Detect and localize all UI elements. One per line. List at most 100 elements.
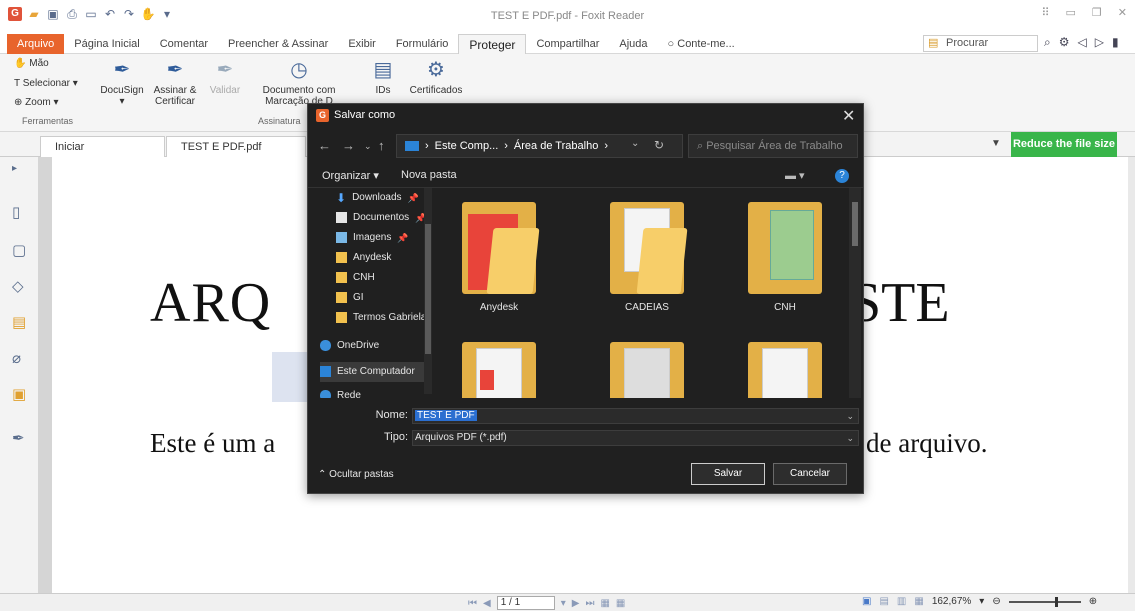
breadcrumb-this-pc[interactable]: Este Comp... [435, 135, 499, 157]
document-scrollbar[interactable] [1128, 157, 1135, 593]
view-options-icon[interactable]: ▬ ▾ [785, 169, 805, 182]
facing-icon[interactable]: ▥ [897, 596, 906, 607]
nav-back-icon[interactable]: ◁ [1078, 35, 1087, 50]
folder-item-6[interactable] [730, 328, 840, 398]
first-page-icon[interactable]: ⏮ [468, 598, 477, 609]
cancel-button[interactable]: Cancelar [773, 463, 847, 485]
attachments-icon[interactable]: ⌀ [12, 349, 21, 367]
minimize-icon[interactable]: ▭ [1066, 6, 1076, 19]
hand-tool-button[interactable]: ✋ Mão [14, 58, 49, 69]
refresh-icon[interactable]: ↻ [654, 138, 664, 152]
reduce-file-size-button[interactable]: Reduce the file size [1011, 132, 1117, 157]
tabs-dropdown-icon[interactable]: ▼ [991, 138, 1001, 149]
filename-dropdown-icon[interactable]: ⌄ [846, 409, 854, 423]
dialog-search-input[interactable]: ⌕ Pesquisar Área de Trabalho [688, 134, 858, 158]
nav-item-documentos[interactable]: Documentos 📌 [336, 208, 426, 228]
close-window-icon[interactable]: ✕ [1118, 6, 1127, 19]
security-lock-icon[interactable]: ▣ [12, 385, 26, 403]
next-page-icon[interactable]: ▶ [572, 598, 580, 609]
tab-formulario[interactable]: Formulário [386, 34, 459, 54]
prev-page-icon[interactable]: ◀ [483, 598, 491, 609]
organize-button[interactable]: Organizar ▾ [322, 169, 379, 182]
dialog-close-icon[interactable]: ✕ [842, 106, 855, 126]
nav-forward-icon[interactable]: ▷ [1095, 35, 1104, 50]
tab-test-pdf[interactable]: TEST E PDF.pdf [166, 136, 306, 157]
docusign-button[interactable]: ✒ DocuSign ▾ [100, 58, 144, 108]
breadcrumb[interactable]: › Este Comp... › Área de Trabalho › [396, 134, 683, 158]
nav-item-este-computador[interactable]: Este Computador [320, 362, 430, 382]
single-page-icon[interactable]: ▣ [862, 596, 871, 607]
tab-iniciar[interactable]: Iniciar [40, 136, 165, 157]
continuous-icon[interactable]: ▤ [879, 596, 888, 607]
select-tool-button[interactable]: T Selecionar ▾ [14, 78, 78, 89]
folder-item-cadeias[interactable]: CADEIAS [592, 188, 702, 320]
panel-splitter[interactable] [38, 157, 52, 593]
search-icon[interactable]: ⌕ [1044, 35, 1051, 50]
nav-pane-scrollbar[interactable] [424, 188, 432, 394]
ids-button[interactable]: ▤ IDs [368, 58, 398, 97]
nav-item-onedrive[interactable]: OneDrive [320, 336, 379, 356]
bookmarks-icon[interactable]: ▯ [12, 203, 20, 221]
tab-proteger[interactable]: Proteger [458, 34, 527, 55]
hide-folders-button[interactable]: ⌃ Ocultar pastas [318, 469, 394, 480]
nav-item-imagens[interactable]: Imagens 📌 [336, 228, 409, 248]
tab-preencher-assinar[interactable]: Preencher & Assinar [218, 34, 338, 54]
signature-panel-icon[interactable]: ✒ [12, 429, 25, 447]
up-arrow-icon[interactable]: ↑ [378, 138, 385, 153]
expand-panel-icon[interactable]: ▸ [12, 163, 17, 174]
zoom-in-icon[interactable]: ⊕ [1089, 596, 1097, 607]
recent-dropdown-icon[interactable]: ⌄ [364, 141, 372, 152]
help-icon[interactable]: ? [835, 169, 849, 183]
facing-continuous-icon[interactable]: ▦ [914, 596, 923, 607]
certificates-button[interactable]: ⚙ Certificados [408, 58, 464, 97]
page-dropdown-icon[interactable]: ▾ [561, 598, 566, 609]
back-arrow-icon[interactable]: ← [318, 138, 331, 153]
filetype-dropdown-icon[interactable]: ⌄ [846, 431, 854, 445]
view-mode-2-icon[interactable]: ▦ [616, 598, 625, 609]
folder-item-5[interactable] [592, 328, 702, 398]
nav-item-rede[interactable]: Rede [320, 386, 361, 398]
save-button[interactable]: Salvar [691, 463, 765, 485]
tab-exibir[interactable]: Exibir [338, 34, 386, 54]
sign-certify-button[interactable]: ✒ Assinar & Certificar [150, 58, 200, 108]
forward-arrow-icon[interactable]: → [342, 138, 355, 153]
search-input[interactable]: ▤ Procurar [923, 35, 1038, 52]
nav-item-termos-gabriela[interactable]: Termos Gabriela [336, 308, 426, 328]
layout-icon[interactable]: ⠿ [1041, 6, 1049, 19]
folder-item-anydesk[interactable]: Anydesk [444, 188, 554, 320]
tab-arquivo[interactable]: Arquivo [7, 34, 65, 54]
zoom-out-icon[interactable]: ⊖ [992, 596, 1000, 607]
tell-me-input[interactable]: ○ Conte-me... [658, 34, 745, 54]
layers-icon[interactable]: ◇ [12, 277, 24, 295]
tab-ajuda[interactable]: Ajuda [609, 34, 657, 54]
nav-item-gi[interactable]: GI [336, 288, 364, 308]
view-mode-icon[interactable]: ▦ [600, 598, 609, 609]
validate-button[interactable]: ✒ Validar [205, 58, 245, 97]
nav-item-anydesk[interactable]: Anydesk [336, 248, 391, 268]
zoom-slider[interactable] [1008, 596, 1081, 607]
folder-item-cnh[interactable]: CNH [730, 188, 840, 320]
folder-item-4[interactable] [444, 328, 554, 398]
settings-icon[interactable]: ⚙ [1059, 35, 1070, 50]
timestamp-doc-button[interactable]: ◷ Documento com Marcação de D [256, 58, 342, 108]
new-folder-button[interactable]: Nova pasta [401, 169, 457, 181]
tab-comentar[interactable]: Comentar [150, 34, 218, 54]
comments-icon[interactable]: ▤ [12, 313, 26, 331]
filetype-select[interactable]: Arquivos PDF (*.pdf) ⌄ [412, 430, 859, 446]
tab-compartilhar[interactable]: Compartilhar [526, 34, 609, 54]
breadcrumb-desktop[interactable]: Área de Trabalho [514, 135, 598, 157]
documents-icon [336, 212, 347, 223]
filename-input[interactable]: TEST E PDF ⌄ [412, 408, 859, 424]
page-number-input[interactable]: 1 / 1 [496, 596, 555, 610]
zoom-tool-button[interactable]: ⊕ Zoom ▾ [14, 97, 59, 108]
bookmark-icon[interactable]: ▮ [1112, 35, 1119, 50]
pages-icon[interactable]: ▢ [12, 241, 26, 259]
address-dropdown-icon[interactable]: ⌄ [631, 138, 639, 149]
last-page-icon[interactable]: ⏭ [585, 598, 594, 609]
nav-item-cnh[interactable]: CNH [336, 268, 375, 288]
restore-icon[interactable]: ❐ [1092, 6, 1102, 19]
file-list-scrollbar[interactable] [849, 188, 861, 398]
zoom-dropdown-icon[interactable]: ▾ [979, 596, 984, 607]
nav-item-downloads[interactable]: ⬇ Downloads 📌 [336, 188, 419, 208]
tab-pagina-inicial[interactable]: Página Inicial [64, 34, 149, 54]
